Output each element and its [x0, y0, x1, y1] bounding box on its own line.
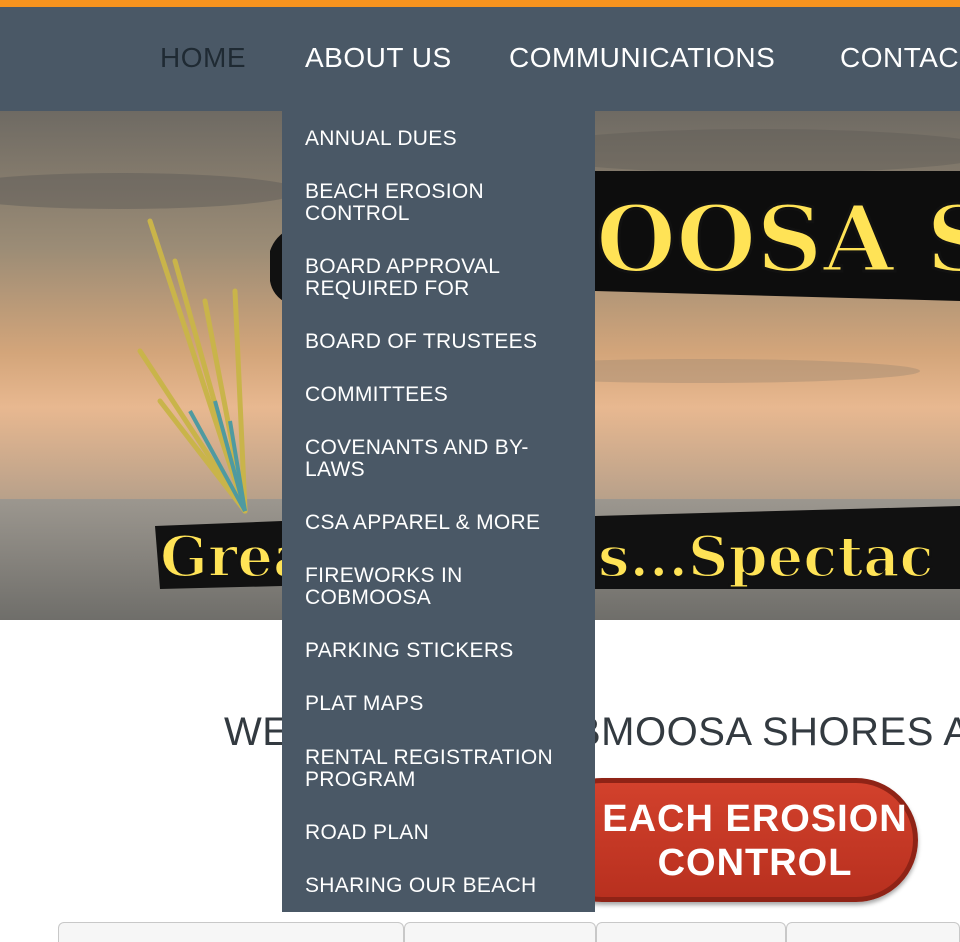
bottom-tab[interactable] [58, 922, 404, 942]
menu-item-csa-apparel[interactable]: CSA APPAREL & MORE [305, 512, 585, 534]
nav-contact[interactable]: CONTAC [840, 42, 959, 74]
menu-item-road-plan[interactable]: ROAD PLAN [305, 822, 585, 844]
about-us-dropdown: ANNUAL DUES BEACH EROSION CONTROL BOARD … [282, 111, 595, 912]
menu-item-plat-maps[interactable]: PLAT MAPS [305, 693, 585, 715]
bottom-tab[interactable] [404, 922, 596, 942]
nav-about-us[interactable]: ABOUT US [305, 42, 452, 74]
menu-item-fireworks[interactable]: FIREWORKS IN COBMOOSA [305, 565, 585, 609]
menu-item-board-of-trustees[interactable]: BOARD OF TRUSTEES [305, 331, 585, 353]
menu-item-committees[interactable]: COMMITTEES [305, 384, 585, 406]
menu-item-sharing-our-beach[interactable]: SHARING OUR BEACH [305, 875, 585, 897]
welcome-heading-right: BMOOSA SHORES A [574, 710, 960, 754]
bottom-tabs [58, 922, 960, 942]
bottom-tab[interactable] [786, 922, 960, 942]
menu-item-annual-dues[interactable]: ANNUAL DUES [305, 128, 585, 150]
nav-home[interactable]: HOME [160, 42, 246, 74]
hero-tagline-right: s...Spectac [598, 524, 934, 590]
menu-item-beach-erosion-control[interactable]: BEACH EROSION CONTROL [305, 181, 585, 225]
menu-item-parking-stickers[interactable]: PARKING STICKERS [305, 640, 585, 662]
menu-item-board-approval[interactable]: BOARD APPROVAL REQUIRED FOR [305, 256, 585, 300]
bottom-tab[interactable] [596, 922, 786, 942]
hero-title-text: OOSA SH [596, 185, 960, 293]
menu-item-covenants-bylaws[interactable]: COVENANTS AND BY-LAWS [305, 437, 585, 481]
erosion-button-line2: CONTROL [657, 842, 853, 884]
erosion-button-line1: EACH EROSION [602, 798, 908, 840]
nav-communications[interactable]: COMMUNICATIONS [509, 42, 775, 74]
welcome-heading-left: WE [224, 710, 290, 754]
top-accent-stripe [0, 0, 960, 7]
menu-item-rental-registration[interactable]: RENTAL REGISTRATION PROGRAM [305, 747, 585, 791]
beach-erosion-control-button[interactable]: EACH EROSION CONTROL [540, 778, 918, 902]
main-nav: HOME ABOUT US COMMUNICATIONS CONTAC [0, 7, 960, 111]
